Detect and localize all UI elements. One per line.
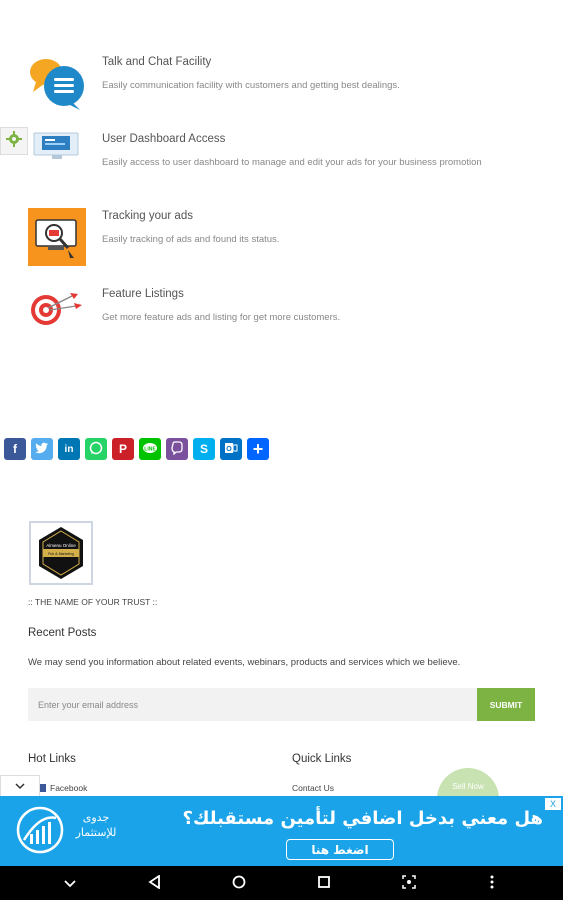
system-navigation-bar xyxy=(0,866,563,900)
outlook-icon: O xyxy=(224,441,238,458)
twitter-share-button[interactable] xyxy=(31,438,53,460)
chat-bubble-label: Sell Now xyxy=(452,782,484,791)
svg-text:O: O xyxy=(226,446,232,453)
linkedin-icon: in xyxy=(64,443,74,455)
ad-banner[interactable]: جدوى للإستثمار هل معني بدخل اضافي لتأمين… xyxy=(0,796,563,866)
feature-item-listings: Feature Listings Get more feature ads an… xyxy=(28,286,538,346)
twitter-icon xyxy=(35,442,49,457)
recents-square-icon xyxy=(318,875,330,893)
ad-headline: هل معني بدخل اضافي لتأمين مستقبلك؟ xyxy=(182,808,543,829)
home-circle-icon xyxy=(232,875,246,894)
target-icon xyxy=(28,286,86,344)
nav-menu-button[interactable] xyxy=(483,875,501,893)
collapse-ad-button[interactable] xyxy=(0,775,40,797)
ad-brand-name: جدوى للإستثمار xyxy=(75,811,117,839)
feature-title: User Dashboard Access xyxy=(102,133,226,145)
quick-link-contact[interactable]: Contact Us xyxy=(292,783,334,793)
facebook-small-icon xyxy=(40,784,46,792)
monitor-dashboard-icon xyxy=(28,131,86,189)
facebook-share-button[interactable]: f xyxy=(4,438,26,460)
line-share-button[interactable]: LINE xyxy=(139,438,161,460)
facebook-icon: f xyxy=(13,442,17,456)
logo-text-secondary: Pub & Marketing xyxy=(48,552,74,556)
back-triangle-icon xyxy=(148,873,162,894)
feature-title: Feature Listings xyxy=(102,288,184,300)
hot-link-facebook[interactable]: Facebook xyxy=(40,783,87,793)
chat-bubbles-icon xyxy=(28,54,86,112)
pinterest-share-button[interactable]: P xyxy=(112,438,134,460)
site-logo[interactable]: Almenu Online Pub & Marketing xyxy=(29,521,93,585)
feature-title: Tracking your ads xyxy=(102,210,193,222)
gear-icon xyxy=(6,130,22,152)
hot-links-heading: Hot Links xyxy=(28,753,76,765)
feature-item-chat: Talk and Chat Facility Easily communicat… xyxy=(28,54,538,114)
skype-share-button[interactable]: S xyxy=(193,438,215,460)
viber-icon xyxy=(170,440,184,458)
hot-link-label: Facebook xyxy=(50,783,88,793)
feature-desc: Get more feature ads and listing for get… xyxy=(102,312,341,323)
newsletter-text: We may send you information about relate… xyxy=(28,657,461,668)
recent-posts-heading: Recent Posts xyxy=(28,627,97,639)
chevron-down-icon xyxy=(64,875,76,893)
site-logo-image: Almenu Online Pub & Marketing xyxy=(39,527,83,579)
feature-desc: Easily communication facility with custo… xyxy=(102,80,400,91)
whatsapp-share-button[interactable] xyxy=(85,438,107,460)
skype-icon: S xyxy=(199,442,208,456)
line-icon: LINE xyxy=(142,442,158,457)
linkedin-share-button[interactable]: in xyxy=(58,438,80,460)
settings-gear-button[interactable] xyxy=(0,127,28,155)
nav-hide-button[interactable] xyxy=(61,875,79,893)
viber-share-button[interactable] xyxy=(166,438,188,460)
pinterest-icon: P xyxy=(118,442,127,456)
svg-text:LINE: LINE xyxy=(144,446,156,452)
screenshot-icon xyxy=(402,874,416,894)
chevron-down-icon xyxy=(15,781,25,793)
logo-text-primary: Almenu Online xyxy=(46,543,76,548)
nav-screenshot-button[interactable] xyxy=(400,874,418,894)
more-vert-icon xyxy=(490,875,494,894)
nav-back-button[interactable] xyxy=(146,873,164,894)
feature-title: Talk and Chat Facility xyxy=(102,56,212,68)
whatsapp-icon xyxy=(89,441,103,458)
more-share-button[interactable]: + xyxy=(247,438,269,460)
feature-item-tracking: Tracking your ads Easily tracking of ads… xyxy=(28,208,538,268)
feature-item-dashboard: User Dashboard Access Easily access to u… xyxy=(28,131,538,191)
email-input[interactable] xyxy=(28,688,477,721)
site-tagline: :: THE NAME OF YOUR TRUST :: xyxy=(28,597,158,607)
ad-brand-logo xyxy=(14,804,66,856)
plus-icon: + xyxy=(252,438,264,459)
tracking-screen-icon xyxy=(28,208,86,266)
feature-desc: Easily tracking of ads and found its sta… xyxy=(102,234,280,245)
ad-cta-button[interactable]: اضغط هنا xyxy=(286,839,394,860)
nav-recents-button[interactable] xyxy=(315,875,333,893)
ad-close-button[interactable]: X xyxy=(545,798,561,810)
nav-home-button[interactable] xyxy=(230,875,248,893)
submit-button[interactable]: SUBMIT xyxy=(477,688,535,721)
outlook-share-button[interactable]: O xyxy=(220,438,242,460)
ad-close-label: X xyxy=(549,799,556,809)
feature-desc: Easily access to user dashboard to manag… xyxy=(102,157,482,168)
quick-links-heading: Quick Links xyxy=(292,753,352,765)
share-buttons: f in P LINE S O + xyxy=(4,438,269,460)
